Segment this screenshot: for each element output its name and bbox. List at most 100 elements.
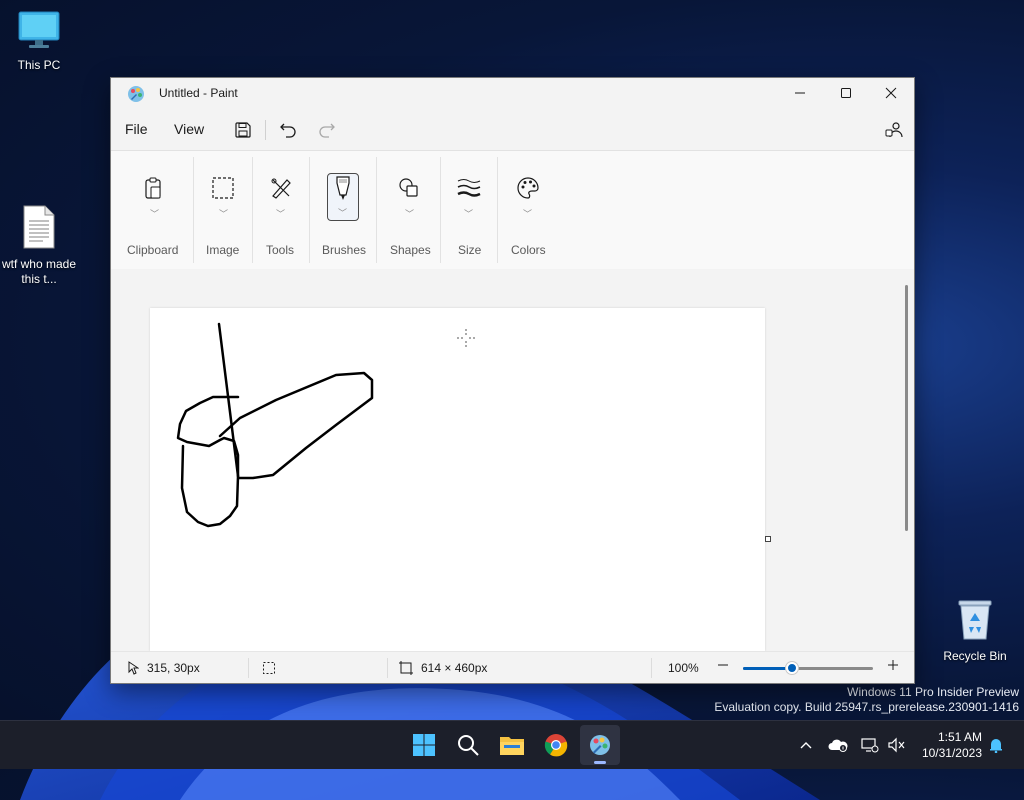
status-separator [387, 658, 388, 678]
monitor-icon [1, 10, 77, 54]
ribbon-toolbar: ﹀ Clipboard ﹀ Image ﹀ Tools ﹀ Brushes ﹀ … [111, 150, 914, 270]
ribbon-group-tools[interactable]: ﹀ Tools [253, 151, 309, 269]
vertical-scrollbar[interactable] [905, 285, 908, 531]
selection-size [262, 661, 276, 675]
minus-icon [718, 664, 728, 666]
chevron-down-icon: ﹀ [276, 209, 286, 219]
desktop-icon-label: wtf who made this t... [1, 257, 77, 286]
ribbon-group-label: Tools [266, 243, 295, 257]
minimize-icon [795, 92, 805, 94]
chrome-button[interactable] [536, 725, 576, 765]
ribbon-group-colors[interactable]: ﹀ Colors [498, 151, 558, 269]
ribbon-group-clipboard[interactable]: ﹀ Clipboard [111, 151, 193, 269]
shapes-icon [394, 173, 424, 203]
file-explorer-icon [500, 737, 524, 755]
start-icon [413, 734, 435, 756]
clock-time: 1:51 AM [937, 730, 982, 744]
chevron-down-icon: ﹀ [338, 208, 348, 218]
close-button[interactable] [868, 78, 914, 108]
chevron-up-icon[interactable] [796, 735, 816, 755]
pointer-icon [128, 661, 139, 675]
search-button[interactable] [448, 725, 488, 765]
cursor-position: 315, 30px [127, 661, 200, 675]
ribbon-group-label: Size [458, 243, 482, 257]
recycle-bin-icon [937, 597, 1013, 645]
status-separator [651, 658, 652, 678]
file-explorer-button[interactable] [492, 725, 532, 765]
watermark-edition: Windows 11 Pro Insider Preview [847, 685, 1019, 699]
redo-icon[interactable] [315, 118, 339, 142]
text-document-icon [1, 205, 77, 253]
title-bar[interactable]: Untitled - Paint [111, 78, 914, 108]
ribbon-group-shapes[interactable]: ﹀ Shapes [377, 151, 440, 269]
chrome-icon [544, 734, 568, 757]
selection-icon [263, 662, 275, 674]
watermark-build: Evaluation copy. Build 25947.rs_prerelea… [714, 700, 1019, 714]
save-icon[interactable] [231, 118, 255, 142]
canvas-size-value: 614 × 460px [421, 661, 488, 675]
zoom-slider-thumb[interactable] [786, 662, 798, 674]
chevron-down-icon: ﹀ [405, 209, 415, 219]
zoom-percent[interactable]: 100% [668, 661, 699, 675]
paint-taskbar-button[interactable] [580, 725, 620, 765]
desktop-icon-label: Recycle Bin [943, 649, 1007, 663]
chevron-down-icon: ﹀ [464, 209, 474, 219]
account-settings-icon[interactable] [882, 118, 906, 142]
clock-date: 10/31/2023 [921, 746, 982, 760]
chevron-down-icon: ﹀ [219, 209, 229, 219]
paint-icon [590, 735, 610, 755]
ribbon-group-label: Shapes [390, 243, 431, 257]
network-icon[interactable] [860, 735, 880, 755]
search-icon [458, 735, 479, 756]
ribbon-group-label: Clipboard [127, 243, 179, 257]
menu-file[interactable]: File [125, 121, 148, 137]
desktop-icon-this-pc[interactable]: This PC [1, 10, 77, 73]
undo-icon[interactable] [276, 118, 300, 142]
crosshair-cursor-icon [457, 329, 475, 347]
zoom-out-button[interactable] [717, 659, 729, 671]
canvas-workspace[interactable] [111, 269, 914, 651]
drawing-canvas[interactable] [150, 308, 765, 651]
canvas-resize-handle[interactable] [765, 536, 771, 542]
menu-separator [265, 120, 266, 140]
desktop-icon-recycle-bin[interactable]: Recycle Bin [937, 597, 1013, 664]
onedrive-icon[interactable] [828, 735, 848, 755]
ribbon-group-brushes[interactable]: ﹀ Brushes [310, 151, 376, 269]
window-title: Untitled - Paint [159, 86, 238, 100]
menu-view[interactable]: View [174, 121, 204, 137]
clipboard-icon [138, 173, 168, 203]
zoom-in-button[interactable] [887, 659, 899, 671]
canvas-size: 614 × 460px [399, 661, 487, 675]
notification-bell-icon[interactable] [986, 735, 1006, 755]
ribbon-group-label: Brushes [322, 243, 367, 257]
ribbon-group-size[interactable]: ﹀ Size [441, 151, 497, 269]
ribbon-group-image[interactable]: ﹀ Image [194, 151, 252, 269]
desktop-icon-label: This PC [17, 58, 61, 72]
ribbon-group-label: Image [206, 243, 240, 257]
selection-icon [208, 173, 238, 203]
status-bar: 315, 30px 614 × 460px 100% [111, 651, 914, 683]
brush-icon [328, 173, 358, 203]
tools-icon [266, 173, 296, 203]
plus-icon [888, 660, 898, 670]
menu-bar: File View [111, 114, 914, 146]
chevron-down-icon: ﹀ [523, 209, 533, 219]
desktop-icon-text-file[interactable]: wtf who made this t... [1, 205, 77, 287]
chevron-down-icon: ﹀ [150, 209, 160, 219]
paint-window[interactable]: Untitled - Paint File View ﹀ Clipboard ﹀… [110, 77, 915, 684]
zoom-slider-fill [743, 667, 792, 670]
ribbon-group-label: Colors [511, 243, 546, 257]
status-separator [248, 658, 249, 678]
volume-muted-icon[interactable] [886, 735, 906, 755]
windows-watermark: Windows 11 Pro Insider Preview Evaluatio… [714, 685, 1019, 715]
maximize-button[interactable] [823, 78, 869, 108]
start-button[interactable] [404, 725, 444, 765]
taskbar: 1:51 AM 10/31/2023 [0, 720, 1024, 769]
minimize-button[interactable] [777, 78, 823, 108]
cursor-position-value: 315, 30px [147, 661, 200, 675]
stroke-size-icon [454, 173, 484, 203]
system-clock[interactable]: 1:51 AM 10/31/2023 [922, 729, 982, 761]
maximize-icon [841, 88, 851, 98]
paint-app-icon [127, 85, 145, 108]
palette-icon [513, 173, 543, 203]
